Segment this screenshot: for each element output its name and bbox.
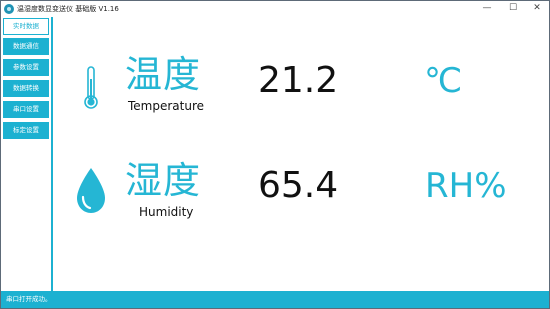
sidebar-item-calibration-settings[interactable]: 标定设置	[3, 122, 49, 139]
maximize-button[interactable]: ☐	[501, 1, 525, 17]
thermometer-icon	[84, 66, 98, 109]
humidity-label-cn: 湿度	[125, 159, 201, 202]
close-button[interactable]: ✕	[525, 1, 549, 17]
status-message: 串口打开成功。	[6, 295, 52, 303]
minimize-button[interactable]: —	[475, 1, 499, 17]
humidity-unit: RH%	[425, 166, 507, 206]
water-drop-icon	[77, 168, 105, 213]
sidebar-item-realtime-data[interactable]: 实时数据	[3, 18, 49, 35]
sidebar-item-data-communication[interactable]: 数据通信	[3, 38, 49, 55]
temperature-label-cn: 温度	[125, 53, 201, 96]
humidity-value: 65.4	[258, 165, 339, 206]
temperature-value: 21.2	[258, 60, 339, 101]
realtime-data-panel: 温度 Temperature 21.2 ℃ 湿度 Humidity 65.4 R…	[53, 17, 549, 291]
window-title: 温湿度数显变送仪 基础版 V1.16	[17, 5, 119, 13]
sidebar-nav: 实时数据 数据通信 参数设置 数据转换 串口设置 标定设置	[1, 17, 51, 291]
sidebar-item-serial-settings[interactable]: 串口设置	[3, 101, 49, 118]
sidebar-item-parameter-settings[interactable]: 参数设置	[3, 59, 49, 76]
temperature-unit: ℃	[424, 61, 463, 101]
app-logo-icon	[4, 4, 14, 14]
sidebar-item-data-conversion[interactable]: 数据转换	[3, 80, 49, 97]
humidity-label-en: Humidity	[139, 205, 194, 219]
title-bar[interactable]: 温湿度数显变送仪 基础版 V1.16 — ☐ ✕	[1, 1, 549, 17]
app-window: 温湿度数显变送仪 基础版 V1.16 — ☐ ✕ 实时数据 数据通信 参数设置 …	[0, 0, 550, 309]
status-bar: 串口打开成功。	[1, 291, 549, 308]
temperature-label-en: Temperature	[128, 99, 205, 113]
